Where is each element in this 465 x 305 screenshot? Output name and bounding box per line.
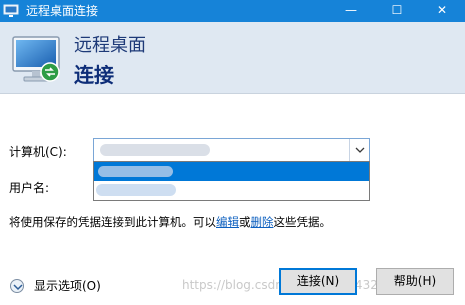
redacted-option	[96, 184, 176, 196]
computer-combobox[interactable]	[93, 138, 370, 162]
info-text-before: 将使用保存的凭据连接到此计算机。可以	[9, 215, 216, 229]
connect-button[interactable]: 连接(N)	[279, 268, 357, 295]
title-bar[interactable]: 远程桌面连接 — ☐ ✕	[0, 0, 465, 22]
remote-desktop-icon	[3, 4, 19, 18]
help-button[interactable]: 帮助(H)	[376, 268, 454, 295]
window-title: 远程桌面连接	[26, 4, 99, 18]
info-text-middle: 或	[239, 215, 251, 229]
chevron-down-circle-icon	[10, 279, 24, 293]
show-options-label: 显示选项(O)	[34, 279, 101, 293]
chevron-down-icon	[355, 147, 365, 153]
computer-dropdown-list[interactable]	[93, 161, 370, 201]
edit-link[interactable]: 编辑	[216, 215, 239, 229]
header-banner: 远程桌面 连接	[0, 22, 465, 94]
delete-link[interactable]: 删除	[251, 215, 274, 229]
header-title-line1: 远程桌面	[74, 35, 146, 56]
username-label: 用户名:	[9, 181, 50, 195]
minimize-button[interactable]: —	[328, 0, 374, 22]
redacted-option	[98, 166, 173, 177]
close-button[interactable]: ✕	[419, 0, 465, 22]
computer-value	[102, 143, 202, 157]
credentials-info: 将使用保存的凭据连接到此计算机。可以编辑或删除这些凭据。	[9, 214, 331, 230]
dropdown-button[interactable]	[349, 139, 369, 161]
dropdown-option[interactable]	[94, 181, 369, 200]
maximize-button[interactable]: ☐	[374, 0, 420, 22]
info-text-after: 这些凭据。	[273, 215, 332, 229]
monitor-icon	[10, 32, 64, 86]
dropdown-option-selected[interactable]	[94, 162, 369, 181]
computer-label: 计算机(C):	[9, 145, 67, 159]
header-title-line2: 连接	[74, 63, 114, 87]
